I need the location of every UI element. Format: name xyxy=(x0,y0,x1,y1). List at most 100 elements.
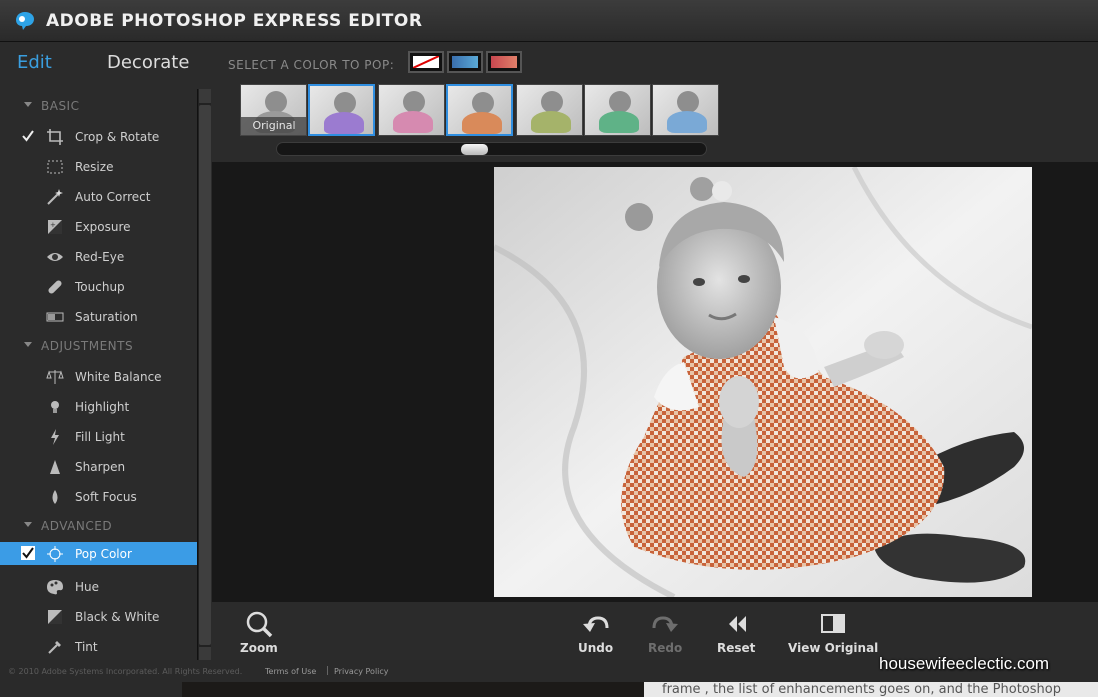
tool-label: Black & White xyxy=(75,610,160,624)
resize-icon xyxy=(47,160,63,174)
thumbnail-purple[interactable] xyxy=(308,84,375,136)
undo-label: Undo xyxy=(578,641,614,655)
view-original-button[interactable]: View Original xyxy=(788,610,878,655)
tool-black-white[interactable]: Black & White xyxy=(0,602,197,632)
photoshop-express-logo-icon xyxy=(16,12,34,30)
tool-fill-light[interactable]: Fill Light xyxy=(0,422,197,452)
reset-button[interactable]: Reset xyxy=(717,610,755,655)
zoom-label: Zoom xyxy=(240,641,278,655)
terms-of-use-link[interactable]: Terms of Use xyxy=(265,667,316,676)
undo-icon xyxy=(582,616,609,632)
tool-label: Red-Eye xyxy=(75,250,125,264)
thumbnail-green[interactable] xyxy=(584,84,651,136)
tool-tint[interactable]: Tint xyxy=(0,632,197,662)
thumbnail-blue[interactable] xyxy=(652,84,719,136)
tool-hue[interactable]: Hue xyxy=(0,572,197,602)
footer-separator: | xyxy=(326,666,330,676)
tool-red-eye[interactable]: Red-Eye xyxy=(0,242,197,272)
thumbnail-slider[interactable] xyxy=(276,142,707,156)
pop-color-options: SELECT A COLOR TO POP: Original xyxy=(212,42,1098,162)
balance-scale-icon xyxy=(46,370,64,384)
lightning-icon xyxy=(51,429,59,445)
scrollbar-thumb[interactable] xyxy=(199,105,211,645)
view-original-label: View Original xyxy=(788,641,879,655)
section-label: BASIC xyxy=(41,99,80,113)
undo-button[interactable]: Undo xyxy=(578,610,613,655)
tool-resize[interactable]: Resize xyxy=(0,152,197,182)
bottom-toolbar: Zoom Undo Redo Reset View Original xyxy=(212,602,1098,660)
tab-edit[interactable]: Edit xyxy=(17,52,52,73)
slider-thumb[interactable] xyxy=(461,144,488,155)
zoom-button[interactable]: Zoom xyxy=(240,610,278,655)
scroll-down-button[interactable] xyxy=(199,647,211,661)
tool-label: Soft Focus xyxy=(75,490,137,504)
pop-color-label: SELECT A COLOR TO POP: xyxy=(228,58,395,72)
tool-sharpen[interactable]: Sharpen xyxy=(0,452,197,482)
tool-label: Crop & Rotate xyxy=(75,130,160,144)
thumbnail-orange[interactable] xyxy=(446,84,513,136)
tool-highlight[interactable]: Highlight xyxy=(0,392,197,422)
tool-crop-rotate[interactable]: Crop & Rotate xyxy=(0,122,197,152)
tool-saturation[interactable]: Saturation xyxy=(0,302,197,332)
eyedropper-icon xyxy=(48,641,61,654)
checkmark-icon xyxy=(22,130,34,142)
tool-touchup[interactable]: Touchup xyxy=(0,272,197,302)
section-adjustments[interactable]: ADJUSTMENTS xyxy=(0,332,197,362)
tool-label: Tint xyxy=(75,640,98,654)
tool-pop-color[interactable]: Pop Color xyxy=(0,542,197,565)
tools-scrollbar[interactable] xyxy=(197,89,211,661)
eye-icon xyxy=(47,253,63,261)
tools-panel: Edit Decorate BASIC Crop & Rotate Resize… xyxy=(0,42,212,662)
scroll-up-button[interactable] xyxy=(199,89,211,103)
swatch-none[interactable] xyxy=(408,51,444,73)
section-label: ADVANCED xyxy=(41,519,113,533)
tool-label: Pop Color xyxy=(75,547,132,561)
tool-label: Hue xyxy=(75,580,100,594)
tool-label: White Balance xyxy=(75,370,162,384)
zoom-icon xyxy=(246,611,273,638)
blog-background: frame , the list of enhancements goes on… xyxy=(182,682,1098,697)
thumbnail-olive[interactable] xyxy=(516,84,583,136)
tool-label: Exposure xyxy=(75,220,131,234)
tool-label: Fill Light xyxy=(75,430,125,444)
tool-label: Touchup xyxy=(75,280,125,294)
title-bar: ADOBE PHOTOSHOP EXPRESS EDITOR xyxy=(0,0,1098,42)
magic-wand-icon xyxy=(47,189,63,205)
photo-image xyxy=(494,167,1032,597)
tool-soft-focus[interactable]: Soft Focus xyxy=(0,482,197,512)
canvas-area xyxy=(212,162,1098,602)
original-label: Original xyxy=(241,117,306,135)
section-advanced[interactable]: ADVANCED xyxy=(0,512,197,542)
tool-label: Highlight xyxy=(75,400,130,414)
tool-label: Sharpen xyxy=(75,460,126,474)
tool-auto-correct[interactable]: Auto Correct xyxy=(0,182,197,212)
saturation-icon xyxy=(46,312,64,322)
crop-icon xyxy=(47,129,63,145)
tool-white-balance[interactable]: White Balance xyxy=(0,362,197,392)
exposure-icon: + xyxy=(48,220,62,234)
collapse-triangle-icon xyxy=(24,342,32,347)
watermark: housewifeeclectic.com xyxy=(879,654,1050,673)
section-label: ADJUSTMENTS xyxy=(41,339,134,353)
drop-icon xyxy=(52,490,58,504)
section-basic[interactable]: BASIC xyxy=(0,92,197,122)
tab-decorate[interactable]: Decorate xyxy=(107,52,189,73)
collapse-triangle-icon xyxy=(24,522,32,527)
bandage-icon xyxy=(48,280,62,294)
compare-icon xyxy=(821,614,846,633)
tool-label: Resize xyxy=(75,160,114,174)
swatch-blue[interactable] xyxy=(447,51,483,73)
swatch-red[interactable] xyxy=(486,51,522,73)
tool-label: Auto Correct xyxy=(75,190,151,204)
reset-icon xyxy=(729,616,747,632)
copyright-text: © 2010 Adobe Systems Incorporated. All R… xyxy=(8,667,243,676)
redo-button[interactable]: Redo xyxy=(648,610,682,655)
target-icon xyxy=(47,546,63,562)
triangle-icon xyxy=(50,460,60,474)
blog-text: frame , the list of enhancements goes on… xyxy=(662,682,1061,697)
tool-exposure[interactable]: + Exposure xyxy=(0,212,197,242)
thumbnail-pink[interactable] xyxy=(378,84,445,136)
privacy-policy-link[interactable]: Privacy Policy xyxy=(334,667,389,676)
thumbnail-original[interactable]: Original xyxy=(240,84,307,136)
photo-preview[interactable] xyxy=(494,167,1032,597)
